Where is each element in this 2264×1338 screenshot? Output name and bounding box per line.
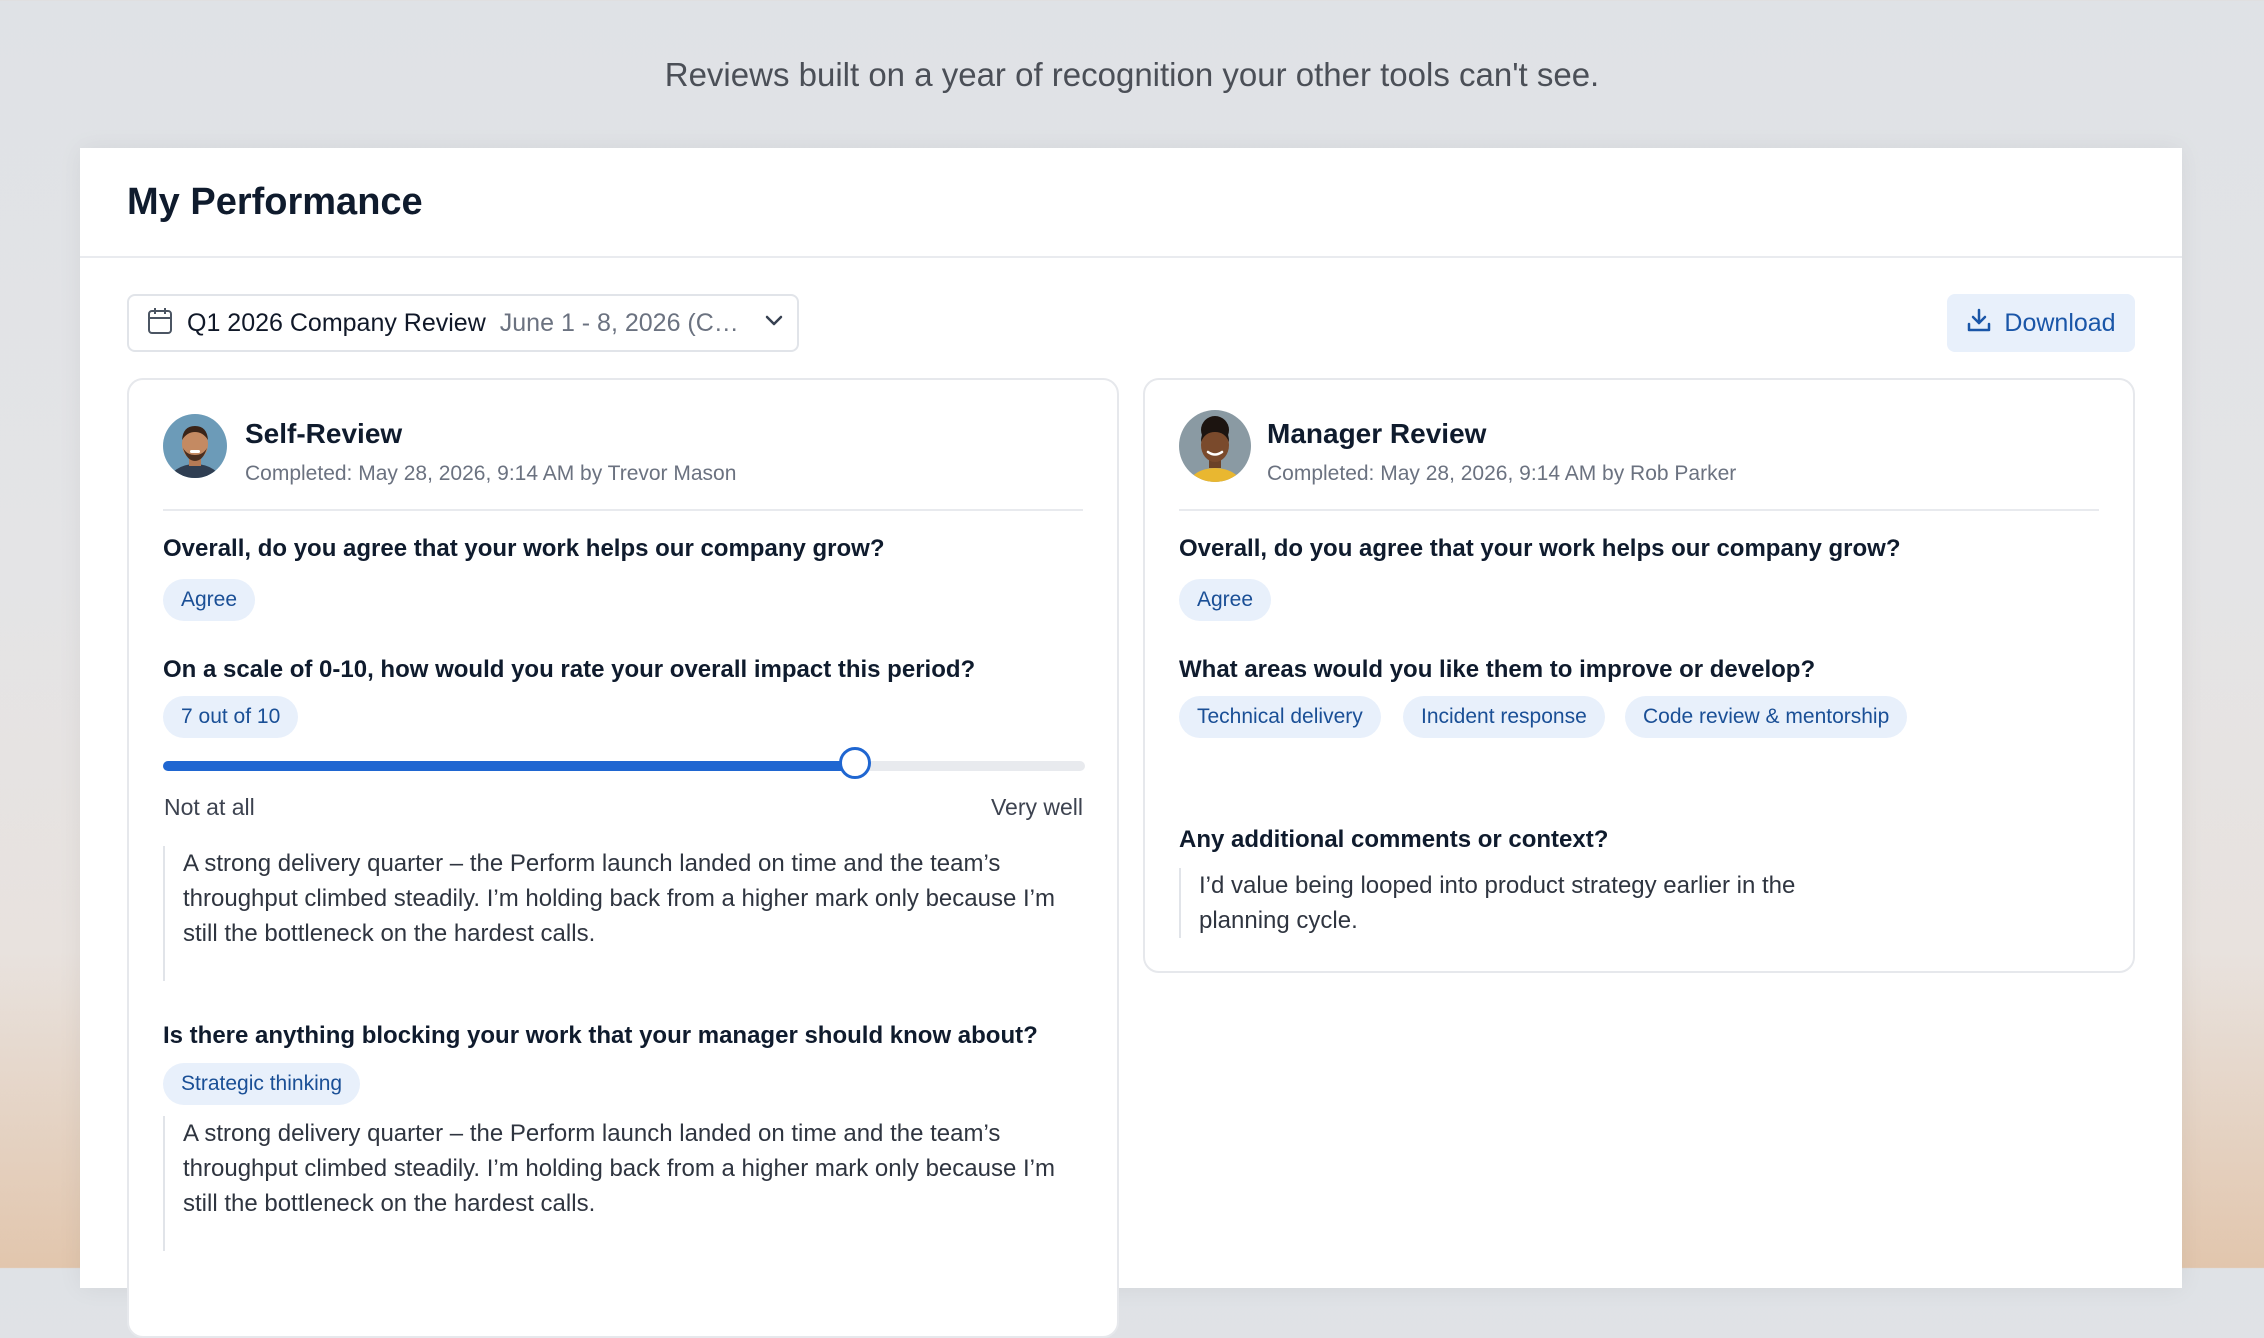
chevron-down-icon: [764, 314, 784, 333]
blocker-badge: Strategic thinking: [163, 1063, 361, 1105]
question-2: On a scale of 0-10, how would you rate y…: [163, 656, 976, 683]
manager-review-header: Manager Review Completed: May 28, 2026, …: [1179, 380, 2099, 511]
tagline: Reviews built on a year of recognition y…: [664, 56, 1600, 93]
self-review-comment-2: A strong delivery quarter – the Perform …: [163, 1116, 1087, 1251]
toolbar: Q1 2026 Company Review June 1 - 8, 2026 …: [127, 294, 2135, 352]
avatar: [1179, 410, 1251, 482]
area-tag: Code review & mentorship: [1625, 696, 1908, 738]
question-3: Any additional comments or context?: [1179, 826, 1609, 853]
area-tag: Incident response: [1403, 696, 1605, 738]
download-icon: [1966, 307, 1992, 340]
question-1: Overall, do you agree that your work hel…: [1179, 535, 1901, 562]
download-button[interactable]: Download: [1947, 294, 2135, 352]
page-title: My Performance: [127, 180, 423, 223]
scale-max-label: Very well: [990, 794, 1083, 820]
self-review-title: Self-Review: [245, 418, 403, 449]
rating-slider-fill: [163, 761, 855, 771]
manager-review-title: Manager Review: [1267, 418, 1487, 449]
manager-review-completed: Completed: May 28, 2026, 9:14 AM by Rob …: [1267, 462, 1737, 485]
self-review-header: Self-Review Completed: May 28, 2026, 9:1…: [163, 380, 1083, 511]
calendar-icon: [147, 307, 173, 340]
review-period-dates: June 1 - 8, 2026 (Cur...: [499, 308, 750, 337]
answer-badge: Agree: [1179, 579, 1272, 621]
answer-badge: Agree: [163, 579, 256, 621]
question-3: Is there anything blocking your work tha…: [163, 1022, 1038, 1049]
scale-min-label: Not at all: [164, 794, 255, 820]
question-1: Overall, do you agree that your work hel…: [163, 535, 885, 562]
question-2: What areas would you like them to improv…: [1179, 656, 1816, 683]
manager-review-comment: I’d value being looped into product stra…: [1179, 868, 1819, 938]
area-tag: Technical delivery: [1179, 696, 1381, 738]
self-review-comment-1: A strong delivery quarter – the Perform …: [163, 846, 1087, 981]
avatar: [163, 414, 227, 478]
review-period-name: Q1 2026 Company Review: [187, 308, 486, 337]
performance-panel: My Performance Q1 2026 Company Review Ju…: [80, 148, 2182, 1338]
manager-review-card: Manager Review Completed: May 28, 2026, …: [1143, 378, 2135, 973]
self-review-completed: Completed: May 28, 2026, 9:14 AM by Trev…: [245, 462, 737, 485]
rating-slider[interactable]: [163, 747, 1085, 779]
rating-badge: 7 out of 10: [163, 696, 299, 738]
download-label: Download: [2004, 308, 2116, 337]
self-review-card: Self-Review Completed: May 28, 2026, 9:1…: [127, 378, 1119, 1338]
review-period-dropdown[interactable]: Q1 2026 Company Review June 1 - 8, 2026 …: [127, 294, 799, 352]
panel-header: My Performance: [80, 148, 2182, 258]
rating-slider-thumb[interactable]: [838, 747, 871, 779]
